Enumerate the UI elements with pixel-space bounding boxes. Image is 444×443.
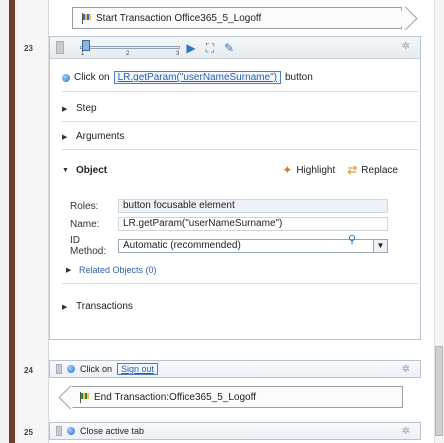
snapshot-icon[interactable]: ⛶	[203, 41, 217, 55]
start-transaction-bar[interactable]: Start Transaction Office365_5_Logoff	[72, 7, 402, 29]
edit-icon[interactable]: ✎	[222, 41, 236, 55]
chevron-down-icon[interactable]: ▼	[373, 240, 387, 252]
step-menu-gear-icon[interactable]: ✲	[402, 41, 410, 52]
section-transactions[interactable]: ▶ Transactions	[62, 301, 133, 312]
section-arguments-label: Arguments	[76, 131, 125, 142]
expand-caret-icon: ▶	[62, 303, 68, 311]
slider-thumb[interactable]	[82, 40, 90, 51]
divider	[62, 121, 418, 122]
replace-button[interactable]: ⇄ Replace	[347, 163, 398, 177]
name-label: Name:	[70, 218, 100, 230]
expand-caret-icon: ▶	[62, 105, 68, 113]
replace-icon: ⇄	[347, 163, 358, 177]
end-transaction-bar[interactable]: End Transaction:Office365_5_Logoff	[70, 386, 403, 408]
line-number-25: 25	[24, 428, 33, 437]
expand-caret-icon: ▶	[66, 267, 72, 274]
section-object[interactable]: ▼ Object	[62, 165, 107, 176]
section-transactions-label: Transactions	[76, 301, 133, 312]
expand-caret-icon: ▶	[62, 133, 68, 141]
end-flag-icon	[79, 391, 90, 403]
drag-handle[interactable]	[56, 41, 64, 54]
start-flag-icon	[81, 12, 92, 24]
play-icon[interactable]: ▶	[184, 41, 198, 55]
section-step-label: Step	[76, 103, 97, 114]
line-number-23: 23	[24, 44, 33, 53]
step-menu-gear-icon[interactable]: ✲	[402, 426, 410, 437]
section-object-label: Object	[76, 165, 108, 176]
step-status-icon	[67, 427, 75, 435]
divider	[62, 91, 418, 92]
step-panel-23: 1 2 3 ▶ ⛶ ✎ ✲ Click on LR.getParam("user…	[49, 36, 421, 340]
divider	[62, 283, 418, 284]
name-field[interactable]: LR.getParam("userNameSurname")	[118, 217, 388, 231]
line-number-24: 24	[24, 366, 33, 375]
slider-tick-3: 3	[176, 51, 180, 57]
drag-handle[interactable]	[56, 426, 62, 436]
section-arguments[interactable]: ▶ Arguments	[62, 131, 124, 142]
replace-label: Replace	[361, 164, 398, 176]
divider	[62, 149, 418, 150]
object-actions: ✦ Highlight ⇄ Replace	[282, 163, 398, 177]
related-objects-label: Related Objects (0)	[79, 265, 157, 275]
click-target-link[interactable]: LR.getParam("userNameSurname")	[113, 71, 281, 84]
drag-handle[interactable]	[56, 364, 62, 374]
click-prefix: Click on	[74, 72, 110, 83]
step-status-icon	[62, 73, 70, 82]
step-row-25[interactable]: Close active tab ✲	[49, 422, 421, 440]
end-transaction-label: End Transaction:Office365_5_Logoff	[94, 391, 256, 403]
click-suffix: button	[284, 72, 313, 83]
sign-out-link[interactable]: Sign out	[117, 363, 159, 375]
id-method-label: ID Method:	[70, 235, 107, 257]
zoom-slider[interactable]: 1 2 3	[80, 40, 184, 58]
step-menu-gear-icon[interactable]: ✲	[402, 364, 410, 375]
slider-track	[80, 46, 180, 49]
slider-tick-1: 1	[81, 51, 85, 57]
step-24-prefix: Click on	[80, 364, 113, 374]
collapse-caret-icon: ▼	[62, 167, 69, 174]
step-row-24[interactable]: Click on Sign out ✲	[49, 360, 421, 378]
roles-value: button focusable element	[118, 199, 388, 213]
roles-label: Roles:	[70, 200, 99, 212]
name-row: Name: LR.getParam("userNameSurname")	[70, 217, 388, 231]
script-section-bar	[9, 0, 15, 443]
step-status-icon	[67, 365, 75, 373]
id-method-row: ID Method: Automatic (recommended) ▼	[70, 235, 388, 257]
highlight-label: Highlight	[296, 164, 336, 176]
object-picker-icon[interactable]: ⚲	[348, 233, 356, 246]
start-transaction-label: Start Transaction Office365_5_Logoff	[96, 12, 262, 24]
step-description: Click on LR.getParam("userNameSurname") …	[62, 71, 313, 84]
slider-tick-2: 2	[126, 51, 130, 57]
vertical-scrollbar[interactable]	[434, 0, 444, 443]
step-toolbar: 1 2 3 ▶ ⛶ ✎ ✲	[50, 37, 420, 59]
id-method-value: Automatic (recommended)	[123, 240, 241, 251]
scrollbar-thumb[interactable]	[435, 346, 443, 436]
highlight-button[interactable]: ✦ Highlight	[282, 163, 335, 177]
highlight-icon: ✦	[282, 163, 293, 177]
step-25-label: Close active tab	[80, 426, 145, 436]
related-objects[interactable]: ▶ Related Objects (0)	[66, 265, 157, 275]
line-gutter	[18, 0, 48, 443]
section-step[interactable]: ▶ Step	[62, 103, 97, 114]
roles-row: Roles: button focusable element	[70, 199, 388, 213]
